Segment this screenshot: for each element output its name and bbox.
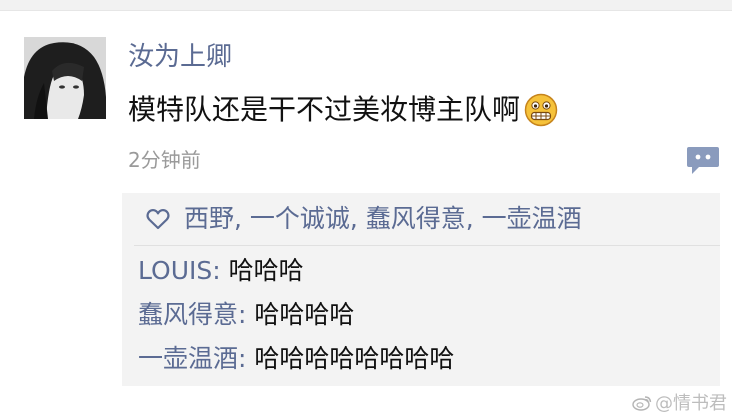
likes-divider [134, 245, 720, 246]
grimacing-face-emoji-icon [524, 93, 558, 127]
comment-box: 西野, 一个诚诚, 蠢风得意, 一壶温酒 LOUIS: 哈哈哈 蠢风得意: 哈哈… [122, 193, 720, 386]
top-divider [0, 0, 732, 11]
comment-separator: : [238, 300, 255, 329]
avatar[interactable] [24, 37, 106, 119]
heart-icon [146, 209, 170, 230]
comment-text: 哈哈哈哈 [254, 300, 355, 329]
watermark-text: @情书君 [655, 393, 727, 414]
username[interactable]: 汝为上卿 [128, 40, 232, 74]
post-message: 模特队还是干不过美妆博主队啊 [128, 93, 521, 126]
comment-text: 哈哈哈 [228, 256, 304, 285]
likes-row: 西野, 一个诚诚, 蠢风得意, 一壶温酒 [146, 199, 582, 239]
watermark: @情书君 [632, 390, 727, 414]
comment-item[interactable]: 蠢风得意: 哈哈哈哈 [138, 297, 354, 333]
comment-bubble-icon[interactable] [686, 146, 720, 176]
comment-text: 哈哈哈哈哈哈哈哈 [254, 344, 455, 373]
comment-separator: : [212, 256, 229, 285]
comment-separator: : [238, 344, 255, 373]
post-message-row: 模特队还是干不过美妆博主队啊 [128, 90, 558, 130]
comment-item[interactable]: LOUIS: 哈哈哈 [138, 253, 304, 289]
comment-author[interactable]: 蠢风得意 [138, 300, 238, 329]
likes-text[interactable]: 西野, 一个诚诚, 蠢风得意, 一壶温酒 [184, 201, 582, 237]
comment-item[interactable]: 一壶温酒: 哈哈哈哈哈哈哈哈 [138, 341, 454, 377]
comment-author[interactable]: LOUIS [138, 256, 212, 285]
comment-author[interactable]: 一壶温酒 [138, 344, 238, 373]
weibo-logo-icon [632, 395, 652, 411]
post-timestamp: 2分钟前 [128, 148, 201, 172]
